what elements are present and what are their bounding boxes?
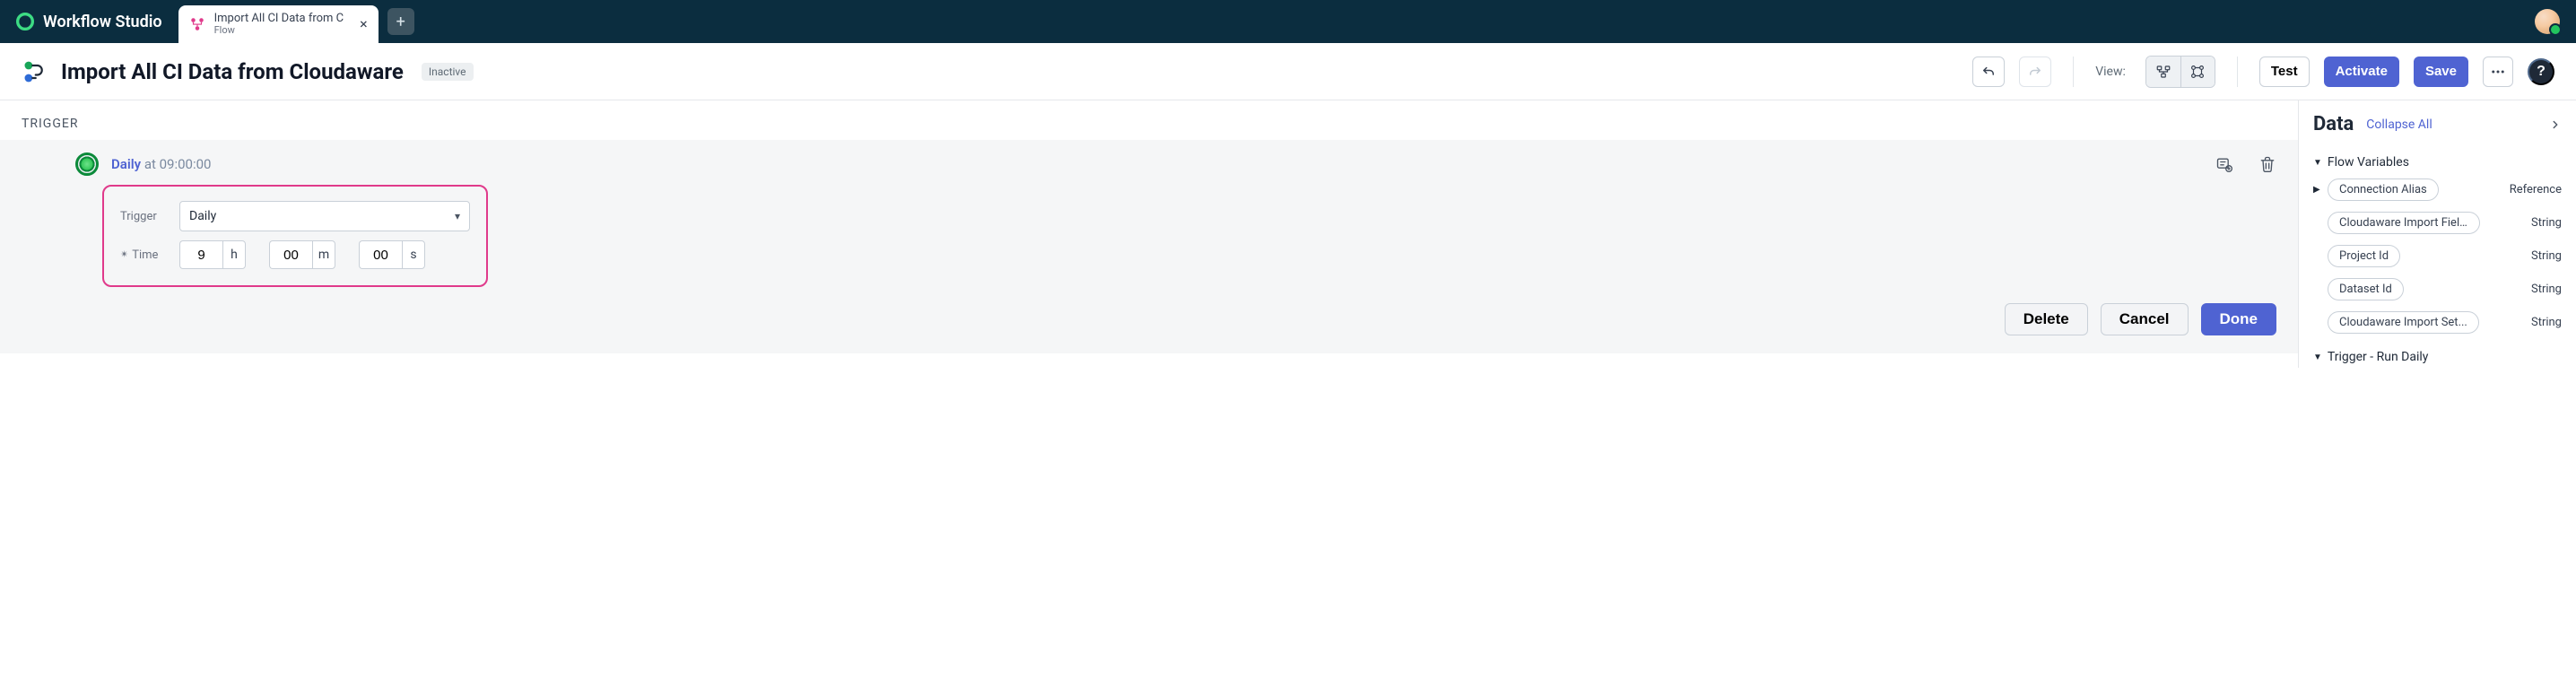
trigger-run-daily-title: Trigger - Run Daily xyxy=(2328,350,2428,364)
tab-text: Import All CI Data from C Flow xyxy=(214,13,344,36)
variable-pill[interactable]: Dataset Id xyxy=(2328,278,2404,300)
variable-pill[interactable]: Cloudaware Import Set... xyxy=(2328,311,2479,334)
flow-variables-section[interactable]: ▼ Flow Variables xyxy=(2299,148,2576,173)
trigger-node-title[interactable]: Daily at 09:00:00 xyxy=(111,156,211,172)
status-badge: Inactive xyxy=(422,63,474,81)
brand: Workflow Studio xyxy=(16,0,162,43)
activate-button[interactable]: Activate xyxy=(2324,57,2399,87)
ellipsis-icon xyxy=(2490,64,2506,80)
chevron-down-icon: ▾ xyxy=(455,210,460,222)
active-tab[interactable]: Import All CI Data from C Flow × xyxy=(178,5,379,43)
redo-icon xyxy=(2027,64,2043,80)
time-seconds-input[interactable] xyxy=(359,240,402,269)
seconds-unit: s xyxy=(402,240,425,269)
triangle-down-icon: ▼ xyxy=(2313,158,2322,168)
trigger-node-name: Daily xyxy=(111,156,141,172)
diagram-icon xyxy=(2189,64,2206,80)
variable-row: ▶ Connection Alias Reference xyxy=(2299,173,2576,206)
trigger-config-card: Trigger Daily ▾ Time h m xyxy=(102,185,488,287)
tab-title: Import All CI Data from C xyxy=(214,13,344,25)
brand-name: Workflow Studio xyxy=(43,13,162,31)
time-minutes-input[interactable] xyxy=(269,240,312,269)
minutes-unit: m xyxy=(312,240,335,269)
view-label: View: xyxy=(2095,65,2126,79)
trigger-field-label: Trigger xyxy=(120,210,170,223)
time-field-label: Time xyxy=(120,248,170,262)
divider xyxy=(2073,57,2074,87)
data-panel-title: Data xyxy=(2313,113,2354,135)
variable-pill[interactable]: Cloudaware Import Fiel... xyxy=(2328,212,2480,234)
data-panel-header: Data Collapse All xyxy=(2299,100,2576,144)
variable-row: Cloudaware Import Set... String xyxy=(2299,306,2576,339)
annotation-icon[interactable] xyxy=(2215,155,2233,173)
trigger-type-select[interactable]: Daily ▾ xyxy=(179,201,470,231)
page-title: Import All CI Data from Cloudaware xyxy=(61,59,404,84)
view-toggle xyxy=(2145,56,2215,88)
view-diagram-button[interactable] xyxy=(2180,57,2215,87)
tab-subtitle: Flow xyxy=(214,25,344,36)
time-minutes-input-wrap: m xyxy=(269,240,350,269)
variable-type: String xyxy=(2531,283,2562,296)
save-button[interactable]: Save xyxy=(2414,57,2468,87)
help-button[interactable]: ? xyxy=(2528,58,2554,85)
trash-icon[interactable] xyxy=(2258,155,2276,173)
flow-icon xyxy=(22,59,47,84)
trigger-action-row: Delete Cancel Done xyxy=(22,303,2276,335)
divider xyxy=(2237,57,2238,87)
time-hours-input[interactable] xyxy=(179,240,222,269)
brand-logo-icon xyxy=(16,13,34,30)
data-panel: Data Collapse All ▼ Flow Variables ▶ Conn… xyxy=(2298,100,2576,368)
view-tree-button[interactable] xyxy=(2146,57,2180,87)
test-button[interactable]: Test xyxy=(2259,57,2310,87)
variable-pill[interactable]: Project Id xyxy=(2328,245,2400,267)
variable-row: Project Id String xyxy=(2299,239,2576,273)
time-seconds-input-wrap: s xyxy=(359,240,425,269)
variable-type: String xyxy=(2531,216,2562,230)
main: TRIGGER Daily at 09:00:00 xyxy=(0,100,2576,368)
new-tab-button[interactable]: + xyxy=(387,8,414,35)
trigger-node-header: Daily at 09:00:00 xyxy=(22,152,2276,176)
variable-type: String xyxy=(2531,316,2562,329)
user-avatar[interactable] xyxy=(2535,9,2560,34)
flow-variables-title: Flow Variables xyxy=(2328,155,2409,170)
tab-close-icon[interactable]: × xyxy=(360,17,368,31)
delete-button[interactable]: Delete xyxy=(2005,303,2088,335)
canvas-column: TRIGGER Daily at 09:00:00 xyxy=(0,100,2298,368)
app-bar: Workflow Studio Import All CI Data from … xyxy=(0,0,2576,43)
page-header: Import All CI Data from Cloudaware Inact… xyxy=(0,43,2576,100)
hours-unit: h xyxy=(222,240,246,269)
flow-tab-icon xyxy=(189,16,205,32)
redo-button[interactable] xyxy=(2019,57,2051,87)
chevron-right-icon[interactable] xyxy=(2549,118,2562,131)
cancel-button[interactable]: Cancel xyxy=(2101,303,2189,335)
undo-icon xyxy=(1980,64,1997,80)
time-hours-input-wrap: h xyxy=(179,240,260,269)
trigger-type-value: Daily xyxy=(189,209,216,223)
trigger-run-daily-section[interactable]: ▼ Trigger - Run Daily xyxy=(2299,343,2576,368)
variable-type: Reference xyxy=(2510,183,2562,196)
undo-button[interactable] xyxy=(1972,57,2005,87)
trigger-node-suffix: at 09:00:00 xyxy=(144,156,212,172)
triangle-right-icon[interactable]: ▶ xyxy=(2313,185,2322,195)
canvas: Daily at 09:00:00 Trigger xyxy=(0,140,2298,353)
variable-type: String xyxy=(2531,249,2562,263)
variable-pill[interactable]: Connection Alias xyxy=(2328,178,2439,201)
more-button[interactable] xyxy=(2483,57,2513,87)
done-button[interactable]: Done xyxy=(2201,303,2277,335)
collapse-all-link[interactable]: Collapse All xyxy=(2366,118,2432,132)
variable-row: Dataset Id String xyxy=(2299,273,2576,306)
variable-row: Cloudaware Import Fiel... String xyxy=(2299,206,2576,239)
trigger-section-label: TRIGGER xyxy=(0,100,2298,140)
tree-icon xyxy=(2155,64,2171,80)
servicenow-logo-icon xyxy=(75,152,99,176)
triangle-down-icon: ▼ xyxy=(2313,353,2322,362)
